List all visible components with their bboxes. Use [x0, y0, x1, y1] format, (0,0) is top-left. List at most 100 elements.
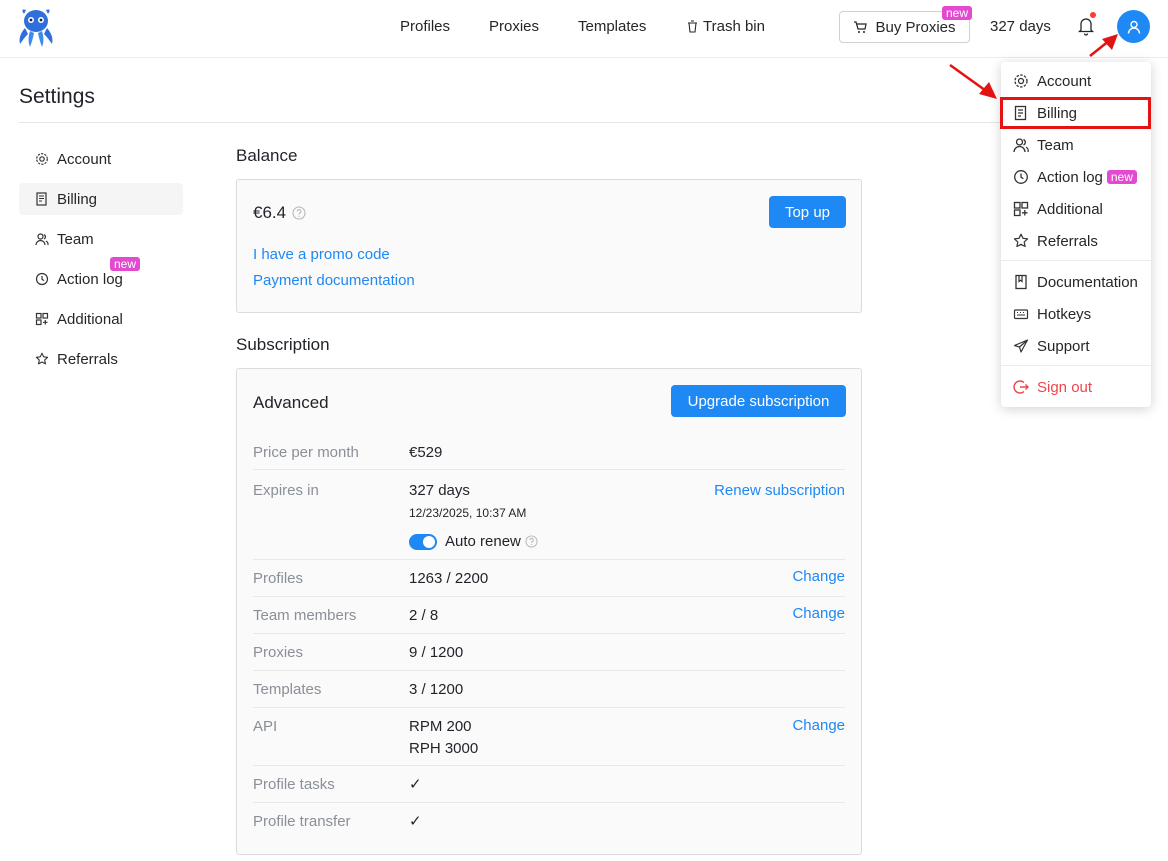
action-log-new-badge: new	[110, 257, 141, 271]
sign-out-icon	[1013, 380, 1029, 394]
menu-item-label: Additional	[1037, 200, 1103, 218]
octopus-logo[interactable]	[14, 6, 58, 48]
proxies-row: Proxies 9 / 1200	[253, 633, 845, 670]
profiles-value: 1263 / 2200	[409, 570, 489, 587]
page-title: Settings	[19, 85, 95, 108]
profile-transfer-check-icon: ✓	[409, 813, 422, 830]
team-members-row: Team members 2 / 8 Change	[253, 596, 845, 633]
team-icon	[1013, 138, 1029, 153]
top-up-button[interactable]: Top up	[769, 196, 846, 228]
top-bar: Profiles Proxies Templates Trash bin Buy…	[0, 0, 1168, 58]
sidebar-item-team[interactable]: Team	[19, 223, 183, 255]
sidebar-item-account[interactable]: Account	[19, 143, 183, 175]
templates-value: 3 / 1200	[409, 681, 464, 698]
menu-item-team[interactable]: Team	[1001, 130, 1151, 160]
sidebar-item-label: Referrals	[57, 350, 118, 368]
api-rpm-value: RPM 200	[409, 718, 472, 735]
sidebar-item-label: Additional	[57, 310, 123, 328]
menu-item-additional[interactable]: Additional	[1001, 194, 1151, 224]
book-icon	[1015, 274, 1027, 290]
menu-item-label: Sign out	[1037, 378, 1093, 396]
expires-value: 327 days	[409, 482, 470, 499]
nav-trash-bin[interactable]: Trash bin	[687, 18, 765, 35]
promo-code-link[interactable]: I have a promo code	[253, 246, 390, 263]
payment-documentation-link[interactable]: Payment documentation	[253, 272, 415, 289]
subscription-card: Advanced Upgrade subscription Price per …	[236, 368, 862, 855]
nav-profiles[interactable]: Profiles	[400, 18, 450, 35]
auto-renew-label: Auto renew	[445, 533, 521, 550]
templates-row: Templates 3 / 1200	[253, 670, 845, 707]
profile-tasks-row: Profile tasks ✓	[253, 765, 845, 802]
api-change-link[interactable]: Change	[792, 717, 845, 734]
menu-item-hotkeys[interactable]: Hotkeys	[1001, 299, 1151, 329]
team-icon	[35, 233, 49, 246]
cart-icon	[854, 20, 868, 33]
balance-card: €6.4 Top up I have a promo code Payment …	[236, 179, 862, 313]
buy-proxies-label: Buy Proxies	[875, 18, 956, 36]
arrow-to-billing-annotation	[949, 63, 997, 99]
notification-dot	[1090, 12, 1096, 18]
sidebar-item-billing[interactable]: Billing	[19, 183, 183, 215]
price-value: €529	[409, 444, 443, 461]
menu-item-label: Support	[1037, 337, 1090, 355]
templates-label: Templates	[253, 681, 322, 698]
profiles-row: Profiles 1263 / 2200 Change	[253, 559, 845, 596]
profile-tasks-label: Profile tasks	[253, 776, 335, 793]
sidebar-item-action-log[interactable]: Action log	[19, 263, 183, 295]
nav-trash-bin-label: Trash bin	[703, 18, 765, 35]
menu-item-label: Documentation	[1037, 273, 1138, 291]
menu-item-referrals[interactable]: Referrals	[1001, 226, 1151, 256]
nav-templates[interactable]: Templates	[578, 18, 646, 35]
expires-row: Expires in 327 days 12/23/2025, 10:37 AM…	[253, 469, 845, 559]
balance-value: €6.4	[253, 203, 287, 222]
action-log-new-badge: new	[1106, 170, 1137, 184]
menu-item-documentation[interactable]: Documentation	[1001, 267, 1151, 297]
help-icon[interactable]	[525, 535, 538, 548]
price-row: Price per month €529	[253, 439, 845, 469]
team-members-label: Team members	[253, 607, 357, 624]
star-icon	[35, 352, 49, 365]
arrow-to-avatar-annotation	[1089, 34, 1118, 57]
buy-proxies-new-badge: new	[942, 6, 973, 20]
gear-icon	[36, 153, 48, 165]
profiles-change-link[interactable]: Change	[792, 568, 845, 585]
price-label: Price per month	[253, 444, 359, 461]
title-divider	[19, 122, 1019, 123]
menu-item-support[interactable]: Support	[1001, 331, 1151, 361]
api-row: API RPM 200 RPH 3000 Change	[253, 707, 845, 765]
team-members-value: 2 / 8	[409, 607, 439, 624]
menu-item-label: Referrals	[1037, 232, 1098, 250]
api-rph-value: RPH 3000	[409, 740, 479, 757]
billing-highlight-box	[1000, 97, 1151, 129]
menu-item-action-log[interactable]: Action log new	[1001, 162, 1151, 192]
sidebar-item-label: Team	[57, 230, 94, 248]
expires-date: 12/23/2025, 10:37 AM	[409, 506, 527, 520]
menu-item-account[interactable]: Account	[1001, 66, 1151, 96]
profile-tasks-check-icon: ✓	[409, 776, 422, 793]
team-members-change-link[interactable]: Change	[792, 605, 845, 622]
api-label: API	[253, 718, 278, 735]
renew-subscription-link[interactable]: Renew subscription	[714, 482, 845, 499]
profiles-label: Profiles	[253, 570, 304, 587]
balance-amount: €6.4	[253, 203, 306, 223]
sidebar-item-label: Billing	[57, 190, 98, 208]
menu-divider	[1001, 365, 1151, 366]
star-icon	[1013, 233, 1029, 248]
grid-icon	[1013, 201, 1029, 217]
sidebar-item-referrals[interactable]: Referrals	[19, 343, 183, 375]
menu-item-label: Account	[1037, 72, 1092, 90]
help-icon[interactable]	[292, 206, 306, 220]
menu-item-sign-out[interactable]: Sign out	[1001, 372, 1151, 402]
menu-divider	[1001, 260, 1151, 261]
trash-icon	[688, 20, 697, 33]
history-icon	[35, 272, 49, 286]
auto-renew-toggle[interactable]	[409, 534, 437, 550]
subscription-section-title: Subscription	[236, 335, 330, 354]
nav-proxies[interactable]: Proxies	[489, 18, 539, 35]
sidebar-item-additional[interactable]: Additional	[19, 303, 183, 335]
keyboard-icon	[1013, 309, 1029, 320]
profile-transfer-row: Profile transfer ✓	[253, 802, 845, 839]
proxies-label: Proxies	[253, 644, 304, 661]
upgrade-subscription-button[interactable]: Upgrade subscription	[671, 385, 846, 417]
auto-renew: Auto renew	[445, 533, 538, 550]
